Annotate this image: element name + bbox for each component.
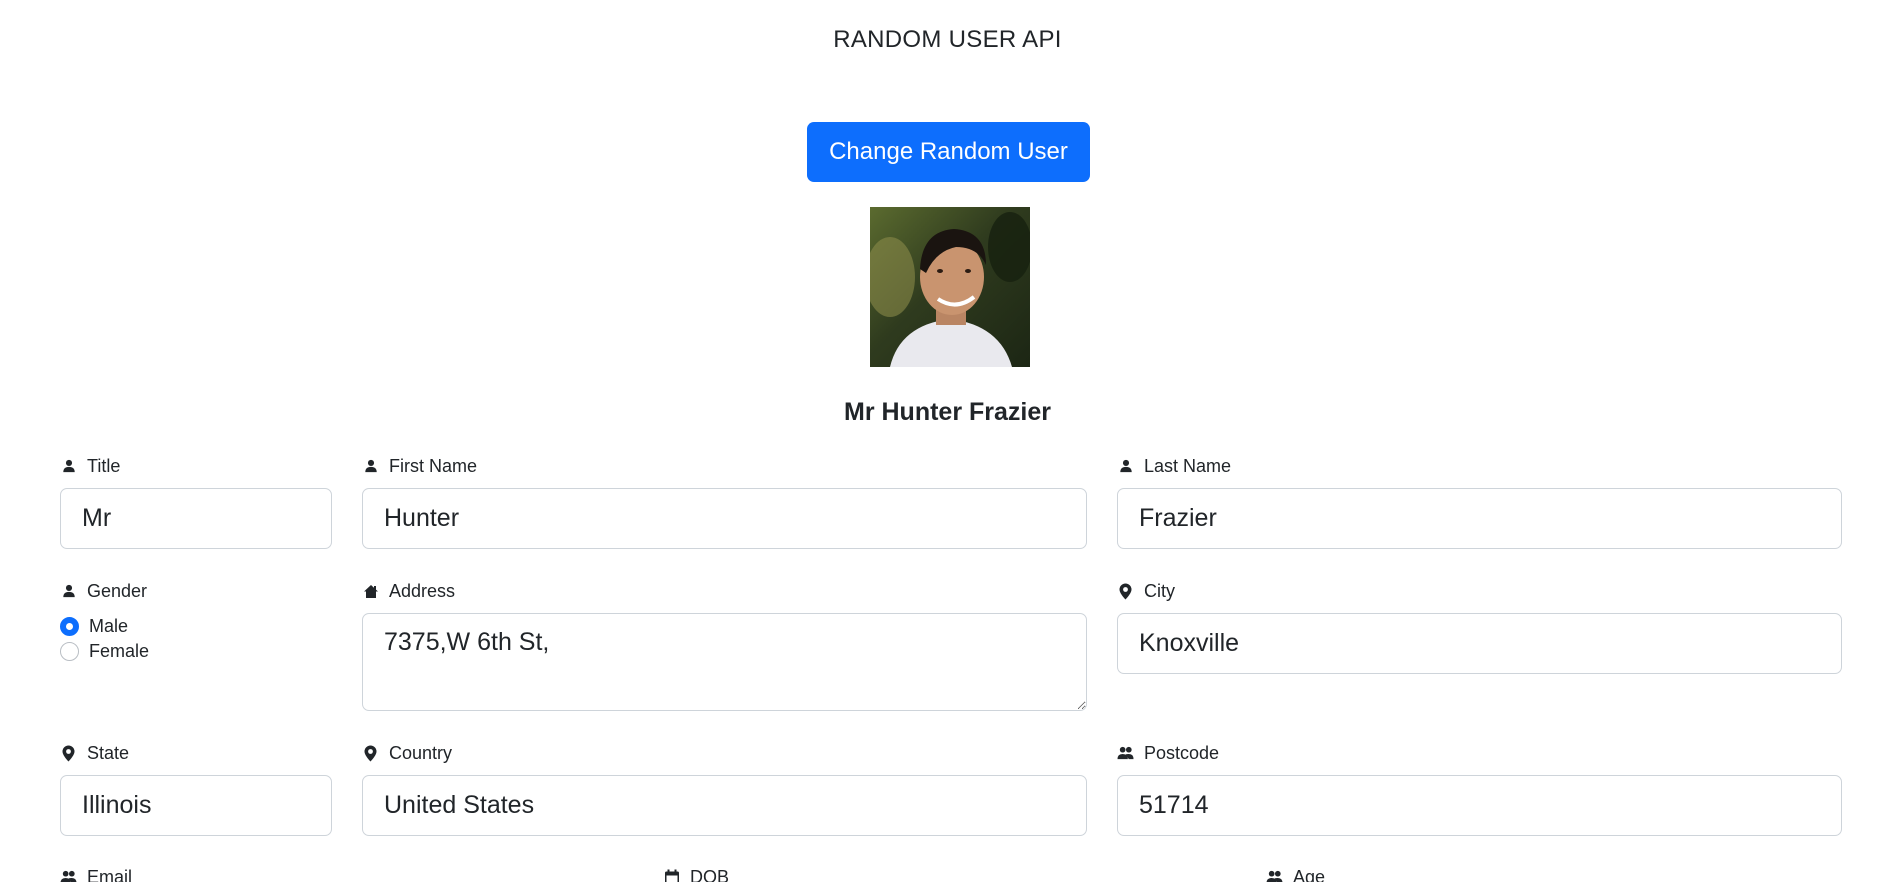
gender-option-female-label: Female [89,640,150,661]
person-icon [60,583,77,600]
address-textarea[interactable]: 7375,W 6th St, [362,613,1087,711]
age-label-text: Age [1293,866,1326,882]
person-icon [362,458,379,475]
first-name-label: First Name [362,455,477,477]
gender-radio-female[interactable] [60,641,79,661]
people-icon [1117,745,1134,762]
city-label: City [1117,580,1175,602]
city-input[interactable] [1117,613,1842,674]
state-input[interactable] [60,775,332,836]
title-input[interactable] [60,488,332,549]
gender-option-male[interactable]: Male [60,615,128,637]
gender-option-male-label: Male [89,615,129,636]
email-label: Email [60,866,132,882]
postcode-input[interactable] [1117,775,1842,836]
state-label-text: State [87,742,130,763]
state-label: State [60,742,129,764]
house-icon [362,583,379,600]
title-label: Title [60,455,120,477]
last-name-label-text: Last Name [1144,455,1232,476]
country-label: Country [362,742,452,764]
user-avatar [870,207,1030,367]
user-full-name: Mr Hunter Frazier [844,398,1051,426]
country-input[interactable] [362,775,1087,836]
dob-label: DOB [663,866,729,882]
first-name-label-text: First Name [389,455,478,476]
title-label-text: Title [87,455,121,476]
gender-label: Gender [60,580,147,602]
country-label-text: Country [389,742,453,763]
address-label: Address [362,580,455,602]
first-name-input[interactable] [362,488,1087,549]
page: RANDOM USER API Change Random User Mr Hu… [0,0,1895,882]
change-random-user-button[interactable]: Change Random User [807,122,1090,182]
last-name-label: Last Name [1117,455,1231,477]
dob-label-text: DOB [690,866,730,882]
gender-label-text: Gender [87,580,148,601]
map-pin-icon [60,745,77,762]
person-icon [1117,458,1134,475]
map-pin-icon [1117,583,1134,600]
last-name-input[interactable] [1117,488,1842,549]
email-label-text: Email [87,866,133,882]
person-icon [60,458,77,475]
city-label-text: City [1144,580,1175,601]
calendar-icon [663,869,680,882]
page-title: RANDOM USER API [833,26,1062,53]
age-label: Age [1266,866,1325,882]
gender-radio-male[interactable] [60,616,79,636]
postcode-label-text: Postcode [1144,742,1220,763]
map-pin-icon [362,745,379,762]
people-icon [1266,869,1283,882]
people-icon [60,869,77,882]
address-label-text: Address [389,580,456,601]
gender-option-female[interactable]: Female [60,640,149,662]
postcode-label: Postcode [1117,742,1219,764]
